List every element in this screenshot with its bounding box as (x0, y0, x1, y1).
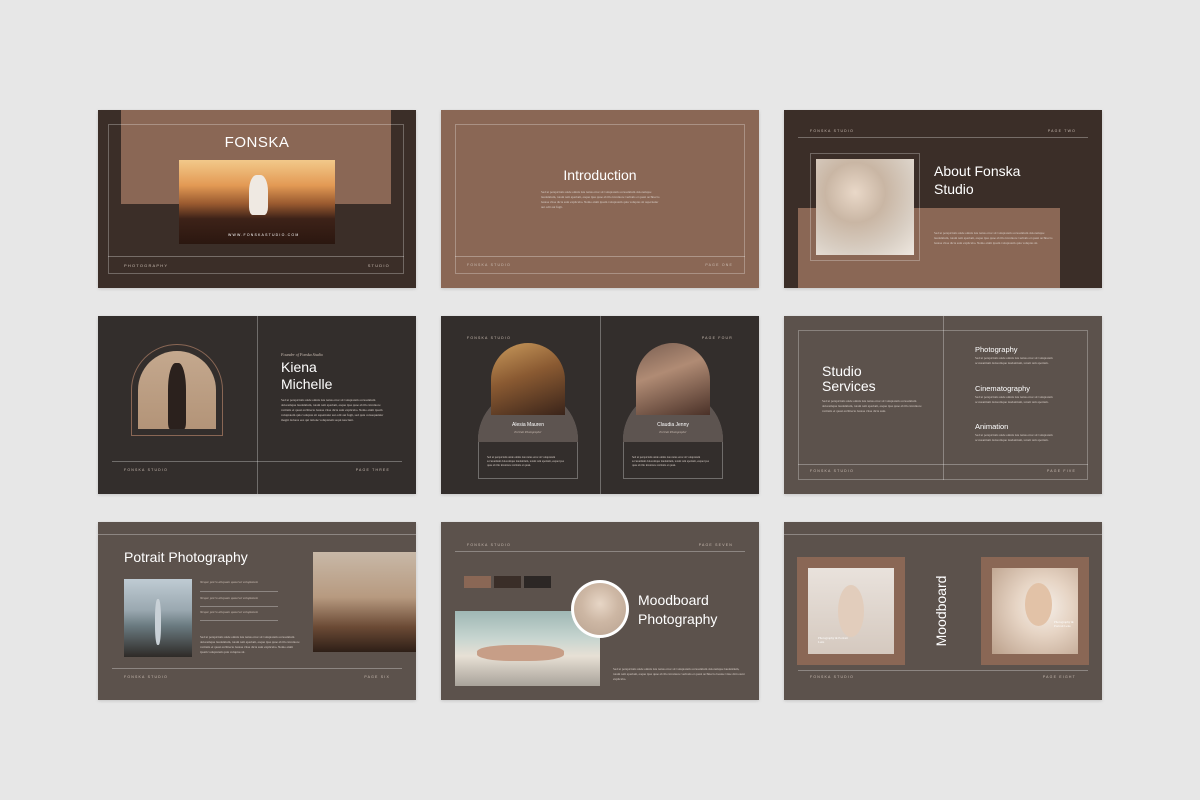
founder-footer-left: FONSKA STUDIO (124, 468, 168, 472)
service-body-1: Sed ut perspiciatis unde omnis iste natu… (975, 356, 1053, 365)
team-header-left: FONSKA STUDIO (467, 336, 511, 340)
services-divider (798, 464, 1088, 465)
founder-photo (138, 351, 216, 429)
slide-portrait[interactable]: Potrait Photography Neque porro aliquam … (98, 522, 416, 700)
portrait-photo-2 (313, 552, 416, 652)
team-vertical-divider (600, 316, 601, 494)
team-role-1: Portrait Photographer (514, 430, 542, 434)
moodboard-photo-2 (992, 568, 1078, 654)
moodboard-caption-1: Photography & Portrait Lens (818, 636, 848, 644)
slide-introduction[interactable]: Introduction Sed ut perspiciatis unde om… (441, 110, 759, 288)
founder-name-line1: Kiena (281, 359, 317, 375)
service-body-2: Sed ut perspiciatis unde omnis iste natu… (975, 395, 1053, 404)
slide-about[interactable]: FONSKA STUDIO PAGE TWO About Fonska Stud… (784, 110, 1102, 288)
services-vertical-divider (943, 316, 944, 480)
portrait-top-divider (98, 534, 416, 535)
portrait-footer-right: PAGE SIX (364, 675, 390, 679)
intro-title: Introduction (563, 167, 637, 183)
founder-name-line2: Michelle (281, 376, 333, 392)
about-header-right: PAGE TWO (1047, 129, 1076, 133)
founder-footer-right: PAGE THREE (355, 468, 390, 472)
slide-founder[interactable]: Founder of Fonska Studio Kiena Michelle … (98, 316, 416, 494)
mood-header-right: PAGE SEVEN (698, 543, 733, 547)
moodboard-footer-right: PAGE EIGHT (1042, 675, 1076, 679)
mood-swatch-1 (464, 576, 491, 588)
service-body-3: Sed ut perspiciatis unde omnis iste natu… (975, 433, 1053, 442)
portrait-body: Sed ut perspiciatis unde omnis iste natu… (200, 635, 300, 654)
team-body-1: Sed ut perspiciatis unde omnis iste natu… (487, 456, 564, 467)
team-name-1: Alesia Mauren (512, 422, 544, 428)
portrait-title: Potrait Photography (124, 549, 248, 565)
portrait-bullet-3: Neque porro aliquam quaerat voluptatem (200, 610, 259, 614)
team-photo-1 (491, 343, 565, 415)
cover-divider (108, 256, 404, 257)
intro-footer-left: FONSKA STUDIO (467, 263, 511, 267)
portrait-divider (112, 668, 402, 669)
team-header-right: PAGE FOUR (701, 336, 733, 340)
cover-website: WWW.FONSKASTUDIO.COM (228, 233, 300, 237)
services-title-line2: Services (822, 378, 876, 394)
moodboard-footer-left: FONSKA STUDIO (810, 675, 854, 679)
service-title-3: Animation (975, 422, 1009, 431)
moodboard-caption-2: Photography & Portrait Lens (1054, 620, 1074, 628)
founder-vertical-divider (257, 316, 258, 494)
moodboard-title: Moodboard (933, 575, 949, 647)
cover-photo (179, 160, 335, 244)
mood-title-line2: Photography (638, 611, 718, 627)
slide-services[interactable]: Studio Services Sed ut perspiciatis unde… (784, 316, 1102, 494)
founder-body: Sed ut perspiciatis unde omnis iste natu… (281, 398, 384, 422)
mood-top-divider (455, 551, 745, 552)
portrait-bullet-line-2 (200, 606, 278, 607)
about-title-line2: Studio (934, 181, 974, 197)
portrait-bullet-2: Neque porro aliquam quaerat voluptatem (200, 596, 259, 600)
intro-footer-right: PAGE ONE (705, 263, 733, 267)
cover-footer-left: PHOTOGRAPHY (124, 263, 169, 268)
intro-divider (455, 256, 745, 257)
services-footer-left: FONSKA STUDIO (810, 469, 854, 473)
portrait-bullet-line-3 (200, 620, 278, 621)
services-title-line1: Studio (822, 363, 862, 379)
cover-footer-right: STUDIO (367, 263, 390, 268)
slide-moodboard[interactable]: Photography & Portrait Lens Moodboard Ph… (784, 522, 1102, 700)
portrait-bullet-line-1 (200, 591, 278, 592)
services-body: Sed ut perspiciatis unde omnis iste natu… (822, 399, 922, 413)
about-title-line1: About Fonska (934, 163, 1021, 179)
about-header-left: FONSKA STUDIO (810, 129, 854, 133)
team-role-2: Portrait Photographer (659, 430, 687, 434)
portrait-bullet-1: Neque porro aliquam quaerat voluptatem (200, 580, 259, 584)
founder-subtitle: Founder of Fonska Studio (281, 352, 323, 357)
portrait-photo-1 (124, 579, 192, 657)
founder-divider (112, 461, 402, 462)
mood-body: Sed ut perspiciatis unde omnis iste natu… (613, 667, 745, 681)
slide-team[interactable]: FONSKA STUDIO PAGE FOUR Alesia Mauren Po… (441, 316, 759, 494)
moodboard-top-divider (784, 534, 1102, 535)
mood-title-line1: Moodboard (638, 592, 709, 608)
portrait-footer-left: FONSKA STUDIO (124, 675, 168, 679)
intro-body: Sed ut perspiciatis unde omnis iste natu… (541, 190, 660, 209)
about-body: Sed ut perspiciatis unde omnis iste natu… (934, 231, 1053, 245)
team-name-2: Claudia Jenny (657, 422, 689, 428)
services-footer-right: PAGE FIVE (1046, 469, 1076, 473)
mood-header-left: FONSKA STUDIO (467, 543, 511, 547)
mood-swatch-3 (524, 576, 551, 588)
cover-title: FONSKA (224, 134, 290, 151)
about-photo (816, 159, 914, 255)
slide-cover[interactable]: FONSKA WWW.FONSKASTUDIO.COM PHOTOGRAPHY … (98, 110, 416, 288)
service-title-1: Photography (975, 345, 1018, 354)
team-body-2: Sed ut perspiciatis unde omnis iste natu… (632, 456, 709, 467)
service-title-2: Cinematography (975, 384, 1031, 393)
about-divider (798, 137, 1088, 138)
mood-circle-photo (574, 583, 626, 635)
team-photo-2 (636, 343, 710, 415)
slide-moodboard-photography[interactable]: FONSKA STUDIO PAGE SEVEN Moodboard Photo… (441, 522, 759, 700)
mood-swatch-2 (494, 576, 521, 588)
moodboard-divider (798, 670, 1088, 671)
